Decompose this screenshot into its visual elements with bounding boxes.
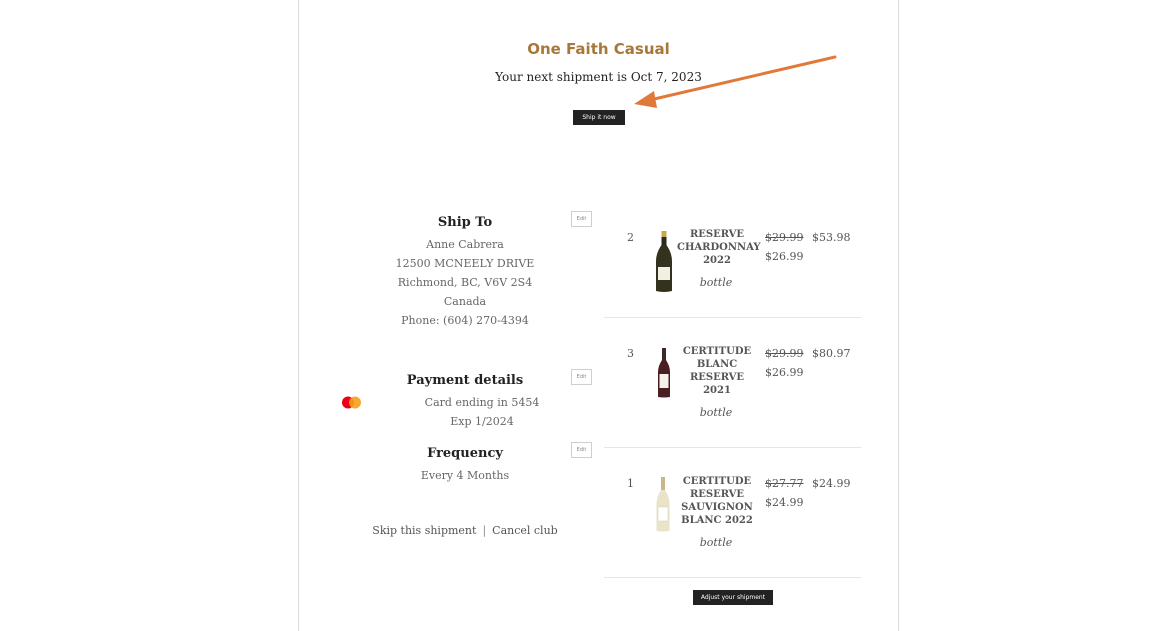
wine-bottle-image <box>658 348 670 398</box>
ship-to-name: Anne Cabrera <box>426 238 504 251</box>
item-total: $80.97 <box>812 347 851 360</box>
item-quantity: 1 <box>627 477 634 490</box>
card-ending: Card ending in 5454 <box>424 396 540 409</box>
item-total: $24.99 <box>812 477 851 490</box>
item-divider <box>604 577 861 578</box>
shipment-actions: Skip this shipment | Cancel club <box>340 524 590 537</box>
ship-to-country: Canada <box>443 295 487 308</box>
cancel-club-link[interactable]: Cancel club <box>492 524 558 537</box>
item-unit: bottle <box>699 536 733 549</box>
item-name: CERTITUDE RESERVE SAUVIGNON BLANC 2022 <box>681 476 753 526</box>
ship-to-title: Ship To <box>437 215 493 230</box>
payment-title: Payment details <box>406 373 524 388</box>
edit-payment-button[interactable]: Edit <box>571 369 592 385</box>
wine-bottle-image <box>656 477 670 532</box>
edit-ship-to-button[interactable]: Edit <box>571 211 592 227</box>
item-name: RESERVE CHARDONNAY 2022 <box>677 229 761 266</box>
item-quantity: 2 <box>627 231 634 244</box>
adjust-shipment-button[interactable]: Adjust your shipment <box>693 590 773 605</box>
club-title: One Faith Casual <box>527 40 670 58</box>
item-divider <box>604 317 861 318</box>
next-shipment-date: Your next shipment is Oct 7, 2023 <box>495 70 702 84</box>
item-price: $26.99 <box>765 366 804 379</box>
wine-bottle-image <box>656 231 672 292</box>
link-separator: | <box>482 524 487 537</box>
item-price: $26.99 <box>765 250 804 263</box>
card-expiry: Exp 1/2024 <box>450 415 514 428</box>
item-quantity: 3 <box>627 347 634 360</box>
item-divider <box>604 447 861 448</box>
ship-to-phone: Phone: (604) 270-4394 <box>401 314 529 327</box>
ship-it-now-button[interactable]: Ship it now <box>573 110 625 125</box>
item-price: $24.99 <box>765 496 804 509</box>
ship-to-street: 12500 MCNEELY DRIVE <box>395 257 535 270</box>
mastercard-icon <box>342 396 361 409</box>
frequency-title: Frequency <box>427 446 503 461</box>
frequency-value: Every 4 Months <box>420 469 510 482</box>
ship-to-city: Richmond, BC, V6V 2S4 <box>397 276 533 289</box>
skip-shipment-link[interactable]: Skip this shipment <box>372 524 476 537</box>
item-original-price: $29.99 <box>765 231 804 244</box>
item-unit: bottle <box>699 276 733 289</box>
edit-frequency-button[interactable]: Edit <box>571 442 592 458</box>
item-original-price: $27.77 <box>765 477 804 490</box>
item-unit: bottle <box>699 406 733 419</box>
item-total: $53.98 <box>812 231 851 244</box>
item-original-price: $29.99 <box>765 347 804 360</box>
item-name: CERTITUDE BLANC RESERVE 2021 <box>682 346 752 396</box>
